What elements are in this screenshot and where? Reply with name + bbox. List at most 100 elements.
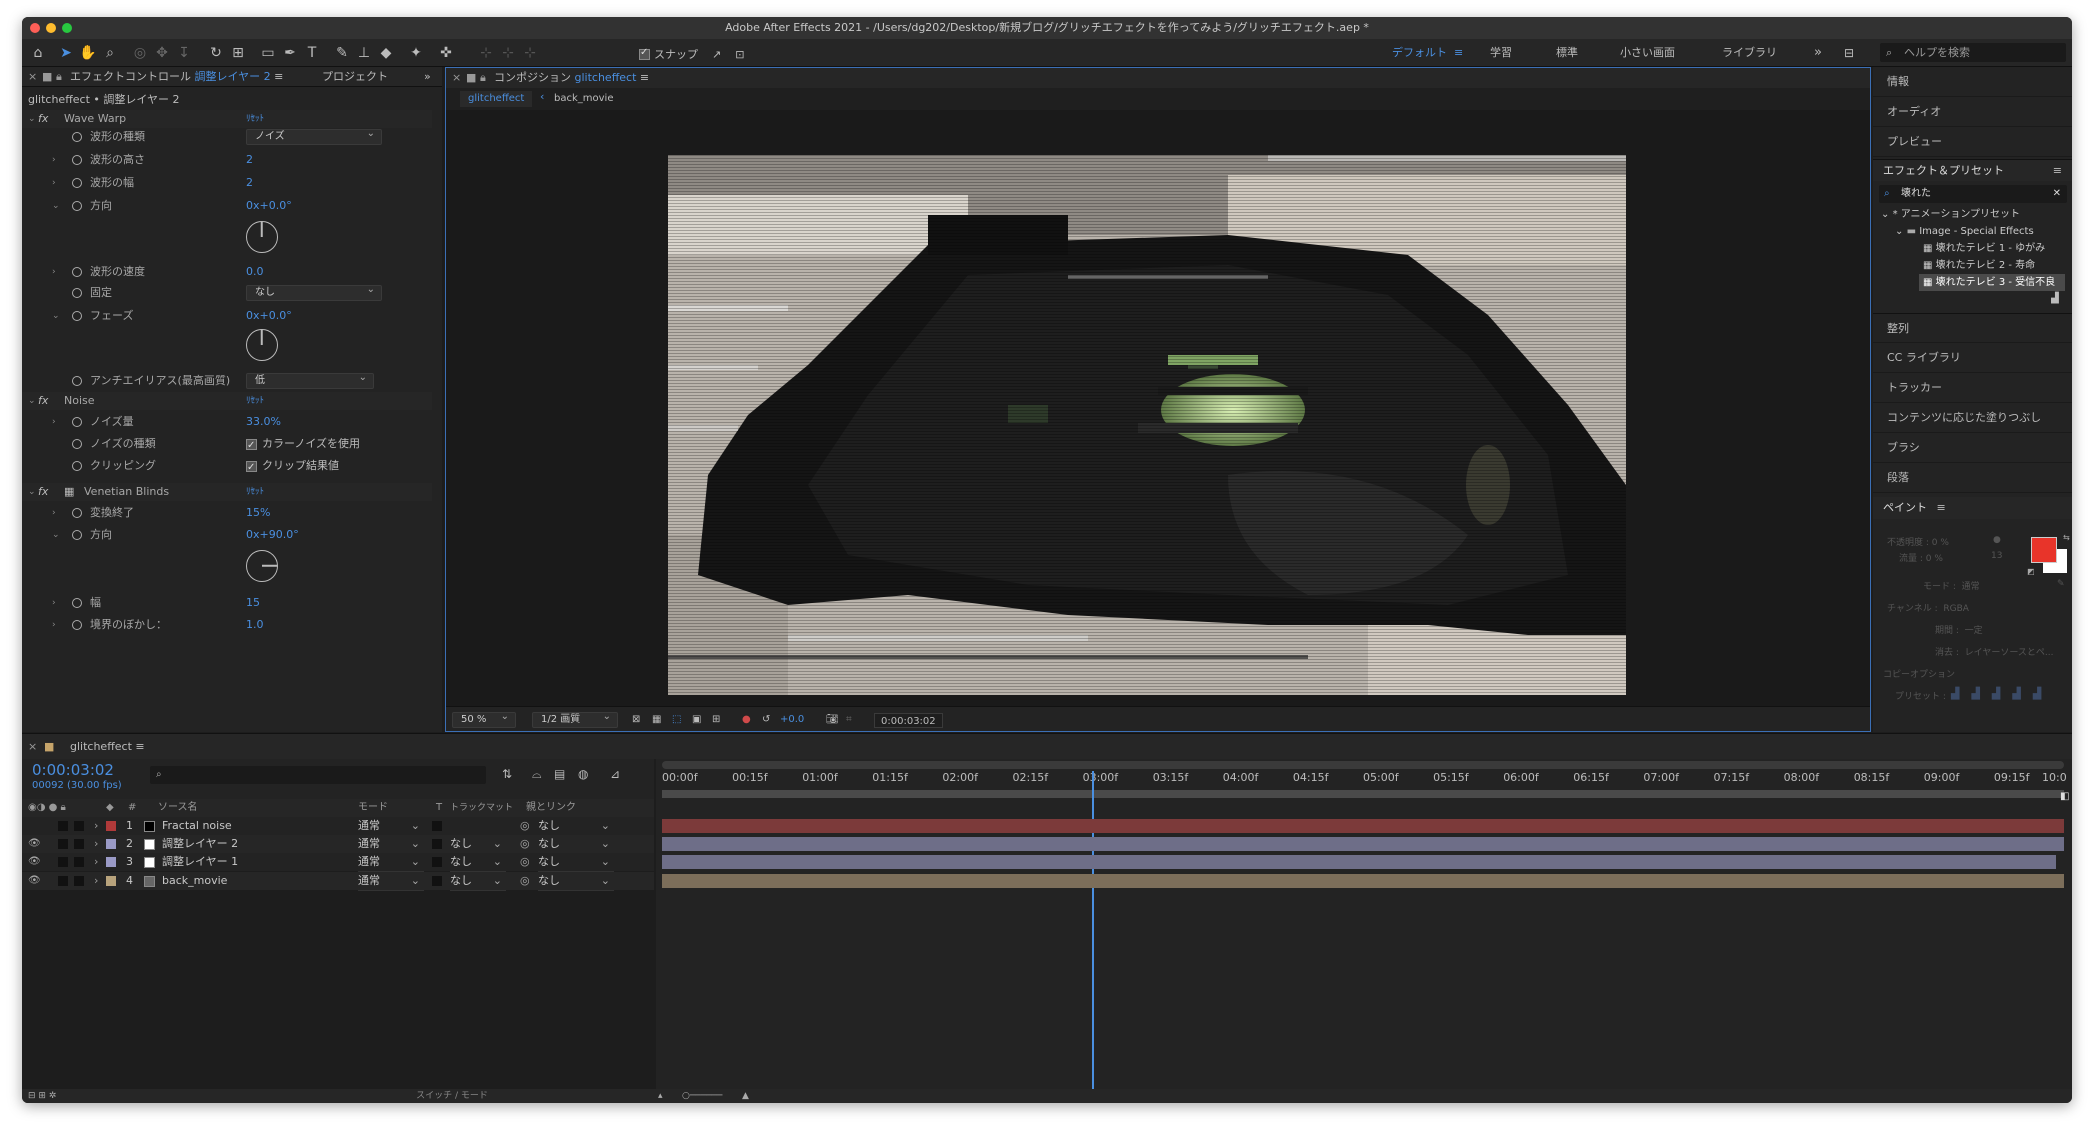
layer-mode-dropdown[interactable]: 通常 ⌄ [358, 835, 424, 854]
pick-whip-icon[interactable]: ◎ [520, 853, 530, 871]
axis-local-icon[interactable]: ⊹ [476, 43, 496, 63]
layer-mode-dropdown[interactable]: 通常 ⌄ [358, 872, 424, 891]
cc-library-panel-tab[interactable]: CC ライブラリ [1873, 343, 2072, 373]
stopwatch-icon[interactable] [72, 155, 82, 165]
brush-tool-icon[interactable]: ✎ [332, 43, 352, 63]
rectangle-tool-icon[interactable]: ▭ [258, 43, 278, 63]
layer-duration-bar[interactable] [662, 819, 2064, 833]
preset-tree-folder[interactable]: ⌄ ▬ Image - Special Effects [1895, 223, 2034, 240]
track-matte-dropdown[interactable]: なし ⌄ [450, 872, 506, 891]
preserve-transparency-checkbox[interactable] [432, 821, 442, 831]
orbit-tool-icon[interactable]: ◎ [130, 43, 150, 63]
phase-value[interactable]: 0x+0.0° [246, 307, 292, 325]
pen-tool-icon[interactable]: ✒ [280, 43, 300, 63]
timeline-comp-tab[interactable]: glitcheffect ≡ [70, 737, 145, 757]
workspace-small-screen[interactable]: 小さい画面 [1620, 39, 1675, 67]
work-area-bar[interactable] [662, 761, 2064, 769]
comp-viewer-frame[interactable] [668, 155, 1626, 695]
grid-guides-icon[interactable]: ⊞ [712, 707, 720, 731]
puppet-tool-icon[interactable]: ✜ [436, 43, 456, 63]
hand-tool-icon[interactable]: ✋ [78, 43, 98, 63]
antialias-dropdown[interactable]: 低 [246, 371, 374, 389]
paint-flow[interactable]: 流量 : 0 % [1899, 551, 1943, 564]
transition-value[interactable]: 15% [246, 504, 270, 522]
layer-mode-dropdown[interactable]: 通常 ⌄ [358, 817, 424, 836]
panel-close-icon[interactable]: × [28, 737, 37, 757]
type-tool-icon[interactable]: T [302, 43, 322, 63]
workspace-default[interactable]: デフォルト [1392, 39, 1447, 67]
preserve-transparency-checkbox[interactable] [432, 839, 442, 849]
source-name-column-header[interactable]: ソース名 [158, 799, 198, 817]
preset-item[interactable]: ▦ 壊れたテレビ 1 - ゆがみ [1923, 240, 2045, 257]
layer-name[interactable]: 調整レイヤー 1 [162, 853, 238, 871]
motion-blur-icon[interactable]: ◍ [578, 767, 588, 781]
solo-switch[interactable] [58, 857, 68, 867]
zoom-button[interactable] [62, 23, 72, 33]
zoom-in-icon[interactable]: ▲ [742, 1089, 749, 1103]
align-panel-tab[interactable]: 整列 [1873, 313, 2072, 343]
layer-name[interactable]: back_movie [162, 872, 227, 890]
parent-dropdown[interactable]: なし ⌄ [538, 872, 614, 891]
lock-switch[interactable] [74, 839, 84, 849]
fx-icon[interactable]: fx [38, 483, 48, 501]
visibility-eye-icon[interactable]: 👁︎ [28, 872, 41, 890]
stopwatch-icon[interactable] [72, 530, 82, 540]
venetian-reset-link[interactable]: ﾘｾｯﾄ [246, 483, 264, 501]
fx-icon[interactable]: fx [38, 110, 48, 128]
reset-exposure-icon[interactable]: ↺ [762, 707, 770, 731]
timeline-end-marker-icon[interactable]: ◧ [2060, 791, 2069, 802]
track-matte-dropdown[interactable]: なし ⌄ [450, 835, 506, 854]
region-of-interest-icon[interactable]: ▣ [692, 707, 701, 731]
info-panel-tab[interactable]: 情報 [1873, 67, 2072, 97]
snap-toggle[interactable]: スナップ ↗ ⊡ [639, 46, 744, 62]
expand-arrow-icon[interactable]: › [52, 504, 56, 522]
solo-switch[interactable] [58, 876, 68, 886]
paint-opacity[interactable]: 不透明度 : 0 % [1887, 535, 1949, 548]
collapse-arrow-icon[interactable]: ⌄ [52, 307, 60, 325]
collapse-arrow-icon[interactable]: ⌄ [52, 197, 60, 215]
pan-tool-icon[interactable]: ✥ [152, 43, 172, 63]
rotate-tool-icon[interactable]: ↻ [206, 43, 226, 63]
venetian-direction-value[interactable]: 0x+90.0° [246, 526, 299, 544]
snap-checkbox[interactable] [639, 47, 650, 60]
layer-label-color[interactable] [106, 839, 116, 849]
layer-mode-dropdown[interactable]: 通常 ⌄ [358, 853, 424, 872]
snap-edge-icon[interactable]: ↗ [712, 48, 721, 61]
roto-brush-tool-icon[interactable]: ✦ [406, 43, 426, 63]
new-preset-icon[interactable]: ▟ [2051, 293, 2059, 304]
collapse-arrow-icon[interactable]: ⌄ [28, 483, 36, 501]
frame-blending-icon[interactable]: ▤ [554, 767, 565, 781]
color-noise-checkbox[interactable] [246, 437, 257, 455]
minimize-button[interactable] [46, 23, 56, 33]
panel-close-icon[interactable]: × [452, 68, 461, 88]
panel-menu-icon[interactable]: ≡ [2053, 160, 2062, 182]
content-aware-fill-panel-tab[interactable]: コンテンツに応じた塗りつぶし [1873, 403, 2072, 433]
collapse-arrow-icon[interactable]: ⌄ [28, 392, 36, 410]
composition-tab[interactable]: コンポジション glitcheffect ≡ [494, 68, 649, 88]
layer-row[interactable]: 👁︎ › 2 調整レイヤー 2 通常 ⌄ なし ⌄ ◎ なし ⌄ [22, 835, 654, 854]
pick-whip-icon[interactable]: ◎ [520, 835, 530, 853]
expand-arrow-icon[interactable]: › [52, 594, 56, 612]
selection-tool-icon[interactable]: ➤ [56, 43, 76, 63]
workspace-standard[interactable]: 標準 [1556, 39, 1578, 67]
mask-visibility-icon[interactable]: ⬚ [672, 707, 681, 731]
noise-amount-value[interactable]: 33.0% [246, 413, 281, 431]
parent-dropdown[interactable]: なし ⌄ [538, 853, 614, 872]
layer-row[interactable]: › 1 Fractal noise 通常 ⌄ ◎ なし ⌄ [22, 817, 654, 836]
magnification-dropdown[interactable]: 50 % [452, 710, 516, 728]
lock-icon[interactable]: 🔒︎ [56, 67, 62, 87]
graph-editor-icon[interactable]: ⊿ [610, 767, 620, 781]
clear-search-icon[interactable]: ✕ [2053, 185, 2061, 203]
pan-behind-tool-icon[interactable]: ⊞ [228, 43, 248, 63]
snap-feature-icon[interactable]: ⊡ [735, 48, 744, 61]
panel-close-icon[interactable]: × [28, 67, 37, 87]
axis-world-icon[interactable]: ⊹ [498, 43, 518, 63]
wave-warp-header[interactable]: ⌄ fx Wave Warp ﾘｾｯﾄ [22, 110, 432, 128]
parent-dropdown[interactable]: なし ⌄ [538, 835, 614, 854]
switch-mode-toggle[interactable]: スイッチ / モード [362, 1089, 542, 1103]
stopwatch-icon[interactable] [72, 439, 82, 449]
preview-panel-tab[interactable]: プレビュー [1873, 127, 2072, 157]
paint-duration-row[interactable]: 期間 : 一定 [1935, 623, 1983, 636]
lock-switch[interactable] [74, 876, 84, 886]
paint-channel-row[interactable]: チャンネル : RGBA [1887, 601, 1969, 614]
